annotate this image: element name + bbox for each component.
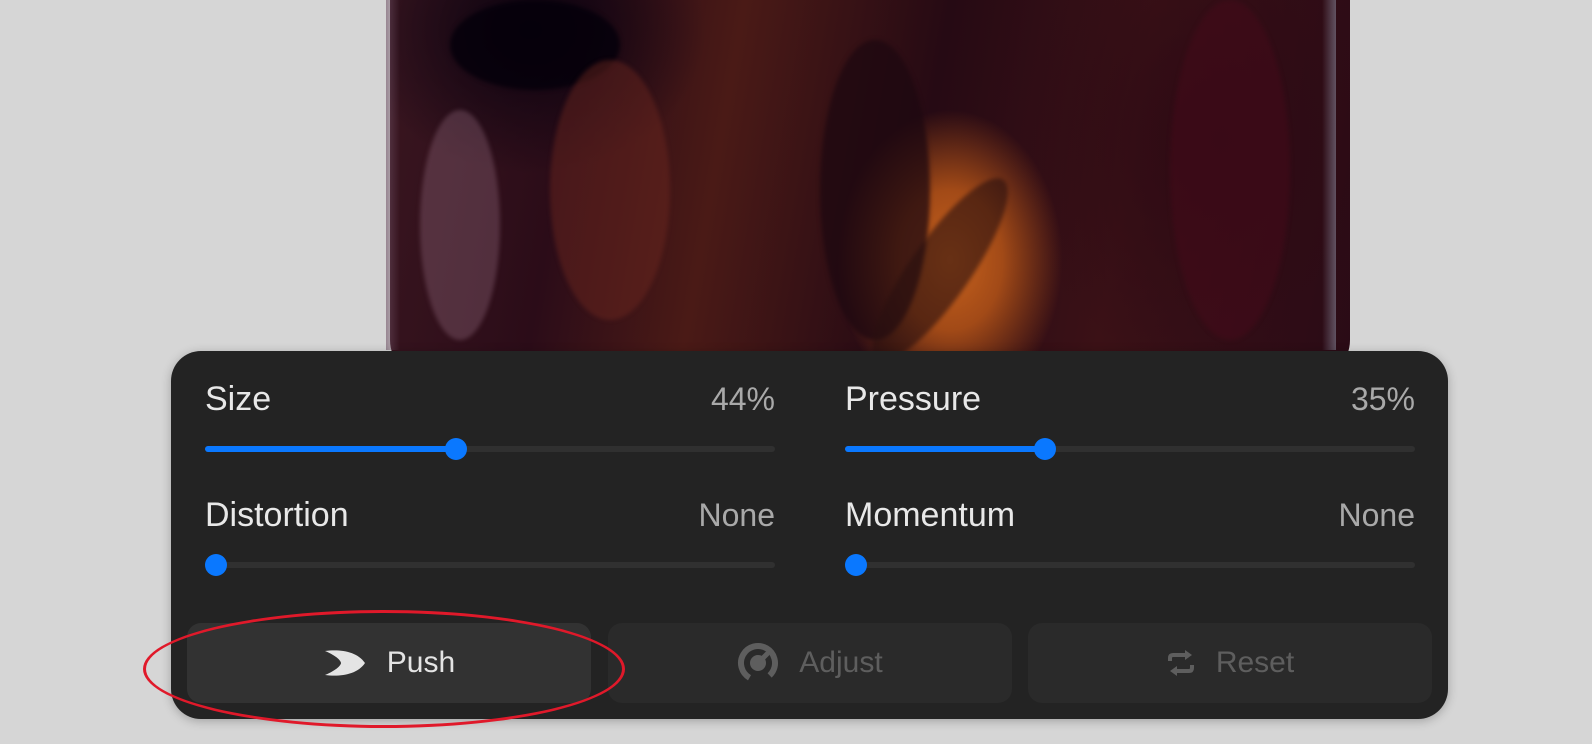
momentum-control: Momentum None [845,467,1416,576]
paint-stroke [550,60,670,320]
liquify-panel: Size 44% Pressure 35% Distortion None Mo… [171,351,1448,719]
size-control: Size 44% [205,351,775,460]
momentum-value: None [1338,497,1416,533]
size-slider-knob[interactable] [444,438,467,460]
pressure-slider-fill [845,446,1045,452]
dial-icon [738,643,779,683]
push-button[interactable]: Push [187,623,591,703]
momentum-label: Momentum [845,496,1016,534]
paint-stroke [420,110,500,340]
push-button-label: Push [386,646,456,679]
pressure-value: 35% [1350,381,1415,417]
adjust-button-label: Adjust [799,646,883,679]
size-slider[interactable] [205,438,775,460]
adjust-button[interactable]: Adjust [608,623,1012,703]
distortion-label: Distortion [205,496,349,534]
pressure-label: Pressure [845,380,982,418]
distortion-value: None [698,497,776,533]
push-crescent-icon [324,650,365,676]
app-stage: Size 44% Pressure 35% Distortion None Mo… [0,0,1592,744]
momentum-slider-knob[interactable] [845,554,867,576]
distortion-slider[interactable] [205,554,775,576]
distortion-slider-knob[interactable] [205,554,227,576]
distortion-control: Distortion None [205,467,776,576]
size-value: 44% [710,381,775,417]
momentum-slider[interactable] [845,554,1415,576]
canvas-edge-left [386,0,400,350]
paint-stroke [1170,0,1290,340]
reset-button-label: Reset [1215,646,1295,679]
pressure-slider[interactable] [845,438,1415,460]
pressure-slider-knob[interactable] [1033,438,1056,460]
pressure-control: Pressure 35% [845,351,1415,460]
reset-arrows-icon [1167,650,1194,676]
reset-button[interactable]: Reset [1028,623,1432,703]
canvas-artwork[interactable] [390,0,1350,380]
size-label: Size [205,380,272,418]
canvas-edge-right [1322,0,1336,350]
size-slider-fill [205,446,456,452]
